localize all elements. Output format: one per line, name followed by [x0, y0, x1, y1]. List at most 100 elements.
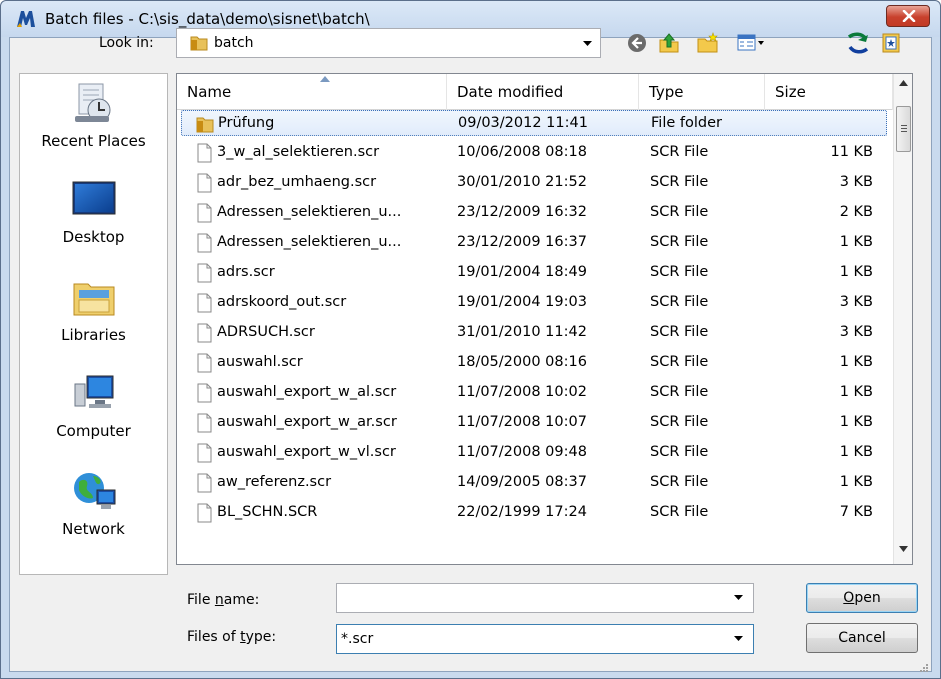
file-row[interactable]: Adressen_selektieren_u... 23/12/2009 16:3… — [181, 200, 887, 226]
scrollbar-thumb[interactable] — [896, 106, 911, 152]
file-icon — [197, 233, 212, 253]
file-date: 19/01/2004 18:49 — [457, 264, 587, 280]
file-name-label: File name: — [187, 592, 259, 608]
look-in-dropdown[interactable]: batch — [176, 28, 601, 58]
file-type: SCR File — [650, 234, 709, 250]
column-type[interactable]: Type — [639, 74, 765, 110]
file-date: 23/12/2009 16:32 — [457, 204, 587, 220]
chevron-down-icon[interactable] — [734, 595, 743, 601]
refresh-icon[interactable] — [846, 31, 870, 55]
file-icon — [197, 203, 212, 223]
file-type: SCR File — [650, 414, 709, 430]
folder-row[interactable]: Prüfung 09/03/2012 11:41 File folder — [181, 110, 887, 136]
file-name: ADRSUCH.scr — [217, 324, 315, 340]
file-type: SCR File — [650, 444, 709, 460]
place-computer[interactable]: Computer — [20, 364, 167, 456]
file-row[interactable]: auswahl_export_w_al.scr 11/07/2008 10:02 S… — [181, 380, 887, 406]
place-label: Libraries — [61, 326, 126, 344]
place-desktop[interactable]: Desktop — [20, 170, 167, 262]
file-list[interactable]: Name Date modified Type Size Prüfung 09/0… — [176, 73, 913, 565]
file-name-input[interactable] — [336, 583, 754, 613]
file-row[interactable]: aw_referenz.scr 14/09/2005 08:37 SCR File 1… — [181, 470, 887, 496]
view-menu-icon[interactable] — [736, 31, 766, 55]
file-type: SCR File — [650, 174, 709, 190]
column-size-label: Size — [775, 83, 806, 101]
file-row[interactable]: ADRSUCH.scr 31/01/2010 11:42 SCR File 3 KB — [181, 320, 887, 346]
column-date-modified[interactable]: Date modified — [447, 74, 639, 110]
open-button[interactable]: Open — [806, 583, 918, 613]
file-name: auswahl_export_w_ar.scr — [217, 414, 397, 430]
file-size: 7 KB — [839, 504, 873, 520]
button-label: Cancel — [838, 630, 886, 646]
place-label: Computer — [56, 422, 131, 440]
look-in-label-text: Look in: — [99, 35, 154, 51]
window-title: Batch files - C:\sis_data\demo\sisnet\ba… — [45, 10, 370, 28]
scroll-down-icon[interactable] — [899, 546, 908, 552]
label-part: File — [187, 592, 215, 608]
network-icon — [74, 473, 116, 509]
file-size: 11 KB — [830, 144, 873, 160]
back-icon[interactable] — [625, 31, 649, 55]
file-date: 30/01/2010 21:52 — [457, 174, 587, 190]
file-date: 31/01/2010 11:42 — [457, 324, 587, 340]
vertical-scrollbar[interactable] — [893, 74, 912, 564]
place-libraries[interactable]: Libraries — [20, 268, 167, 360]
file-type: SCR File — [650, 504, 709, 520]
label-part: ype: — [245, 629, 277, 645]
file-size: 1 KB — [839, 414, 873, 430]
file-type: File folder — [651, 115, 722, 131]
file-row[interactable]: adrskoord_out.scr 19/01/2004 19:03 SCR Fil… — [181, 290, 887, 316]
label-accel: n — [214, 592, 224, 608]
file-row[interactable]: 3_w_al_selektieren.scr 10/06/2008 08:18 SC… — [181, 140, 887, 166]
files-of-type-value: *.scr — [341, 631, 374, 647]
libraries-icon — [73, 283, 115, 316]
file-size: 3 KB — [839, 294, 873, 310]
column-header: Name Date modified Type Size — [177, 74, 893, 110]
place-network[interactable]: Network — [20, 462, 167, 554]
column-name[interactable]: Name — [177, 74, 447, 110]
file-row[interactable]: auswahl_export_w_ar.scr 11/07/2008 10:07 S… — [181, 410, 887, 436]
chevron-down-icon — [583, 41, 592, 46]
file-date: 22/02/1999 17:24 — [457, 504, 587, 520]
file-type: SCR File — [650, 474, 709, 490]
thumb-grip — [901, 128, 907, 129]
file-name: Adressen_selektieren_u... — [217, 204, 402, 220]
file-size: 1 KB — [839, 474, 873, 490]
file-size: 1 KB — [839, 354, 873, 370]
resize-grip-icon[interactable] — [918, 662, 928, 672]
file-date: 23/12/2009 16:37 — [457, 234, 587, 250]
close-button[interactable] — [886, 5, 930, 27]
file-row[interactable]: adrs.scr 19/01/2004 18:49 SCR File 1 KB — [181, 260, 887, 286]
recent-places-icon — [75, 83, 111, 122]
file-type: SCR File — [650, 384, 709, 400]
sort-ascending-icon — [320, 76, 330, 82]
scroll-up-icon[interactable] — [899, 80, 908, 86]
new-folder-icon[interactable] — [696, 31, 720, 55]
file-date: 18/05/2000 08:16 — [457, 354, 587, 370]
file-name: auswahl_export_w_al.scr — [217, 384, 397, 400]
file-type: SCR File — [650, 354, 709, 370]
look-in-value: batch — [214, 35, 254, 51]
file-name: Prüfung — [218, 115, 275, 131]
file-size: 1 KB — [839, 264, 873, 280]
file-name: BL_SCHN.SCR — [217, 504, 318, 520]
file-name: adr_bez_umhaeng.scr — [217, 174, 377, 190]
label-part: Files of — [187, 629, 241, 645]
file-row[interactable]: adr_bez_umhaeng.scr 30/01/2010 21:52 SCR F… — [181, 170, 887, 196]
button-label: pen — [854, 590, 881, 606]
file-row[interactable]: auswahl.scr 18/05/2000 08:16 SCR File 1 KB — [181, 350, 887, 376]
place-recent-places[interactable]: Recent Places — [20, 74, 167, 166]
column-size[interactable]: Size — [765, 74, 893, 110]
file-row[interactable]: auswahl_export_w_vl.scr 11/07/2008 09:48 S… — [181, 440, 887, 466]
file-row[interactable]: BL_SCHN.SCR 22/02/1999 17:24 SCR File 7 KB — [181, 500, 887, 526]
column-name-label: Name — [187, 83, 232, 101]
file-row[interactable]: Adressen_selektieren_u... 23/12/2009 16:3… — [181, 230, 887, 256]
files-of-type-dropdown[interactable]: *.scr — [336, 624, 754, 654]
file-name: aw_referenz.scr — [217, 474, 332, 490]
up-folder-icon[interactable] — [657, 31, 681, 55]
favorites-icon[interactable] — [879, 31, 903, 55]
place-label: Network — [62, 520, 125, 538]
file-size: 2 KB — [839, 204, 873, 220]
file-name: auswahl_export_w_vl.scr — [217, 444, 396, 460]
cancel-button[interactable]: Cancel — [806, 623, 918, 653]
